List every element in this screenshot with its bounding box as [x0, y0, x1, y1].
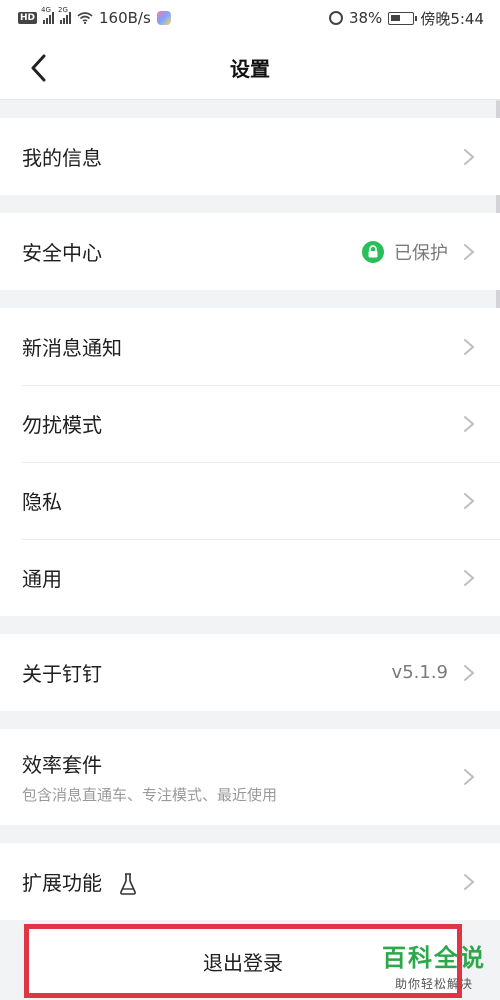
watermark-logo: 百科全说 助你轻松解决	[382, 938, 486, 992]
signal-icon: 4G	[41, 6, 55, 24]
chevron-right-icon	[464, 148, 475, 165]
chevron-right-icon	[464, 873, 475, 890]
security-status: 已保护	[362, 239, 448, 265]
row-my-info[interactable]: 我的信息	[0, 118, 500, 195]
battery-icon	[388, 11, 418, 25]
signal-icon-2: 2G	[58, 6, 72, 24]
flask-icon	[120, 873, 137, 896]
wifi-icon	[77, 12, 93, 24]
chevron-right-icon	[464, 338, 475, 355]
row-label: 新消息通知	[22, 336, 122, 360]
group-about: 关于钉钉 v5.1.9	[0, 634, 500, 711]
chevron-right-icon	[464, 664, 475, 681]
page-title: 设置	[230, 57, 270, 81]
chevron-right-icon	[464, 569, 475, 586]
network-speed: 160B/s	[99, 9, 151, 27]
group-general: 新消息通知 勿扰模式 隐私 通用	[0, 308, 500, 616]
row-label: 效率套件	[22, 753, 102, 777]
row-extensions[interactable]: 扩展功能	[0, 843, 500, 920]
chevron-right-icon	[464, 769, 475, 785]
group-profile: 我的信息	[0, 118, 500, 195]
chevron-right-icon	[464, 415, 475, 432]
group-efficiency: 效率套件 包含消息直通车、专注模式、最近使用	[0, 729, 500, 825]
row-label-wrap: 效率套件 包含消息直通车、专注模式、最近使用	[22, 749, 462, 805]
chevron-right-icon	[464, 492, 475, 509]
lock-icon	[362, 240, 384, 263]
battery-percent: 38%	[348, 9, 383, 27]
app-notification-icon	[156, 11, 171, 25]
settings-list: 我的信息 安全中心 已保护 新消息通知 勿扰模式 隐私 通用 关于钉钉 v5.1…	[0, 100, 500, 920]
row-label: 安全中心	[22, 241, 102, 265]
row-label: 关于钉钉	[22, 662, 102, 686]
network-type-2: 2G	[58, 6, 68, 14]
row-label: 隐私	[22, 490, 62, 514]
watermark-subtitle: 助你轻松解决	[394, 977, 473, 991]
chevron-right-icon	[464, 243, 475, 260]
status-bar: HD 4G 2G 160B/s 38% 傍晚5:44	[0, 0, 500, 36]
row-privacy[interactable]: 隐私	[0, 462, 500, 539]
row-general[interactable]: 通用	[0, 539, 500, 616]
nav-bar: 设置	[0, 36, 500, 100]
row-new-message-notification[interactable]: 新消息通知	[0, 308, 500, 385]
network-type-1: 4G	[41, 6, 51, 14]
row-label: 我的信息	[22, 146, 102, 170]
hd-badge: HD	[18, 12, 38, 24]
logout-label: 退出登录	[203, 950, 283, 975]
row-label: 通用	[22, 567, 62, 591]
row-do-not-disturb[interactable]: 勿扰模式	[0, 385, 500, 462]
version-value: v5.1.9	[391, 662, 448, 683]
security-status-text: 已保护	[394, 242, 448, 264]
watermark-title: 百科全说	[382, 944, 486, 972]
row-label-wrap: 扩展功能	[22, 867, 462, 897]
back-button[interactable]	[22, 52, 54, 84]
row-efficiency-suite[interactable]: 效率套件 包含消息直通车、专注模式、最近使用	[0, 729, 500, 825]
alarm-icon	[328, 11, 343, 25]
status-time: 傍晚5:44	[420, 9, 484, 28]
chevron-left-icon	[31, 54, 46, 82]
row-about-dingtalk[interactable]: 关于钉钉 v5.1.9	[0, 634, 500, 711]
group-security: 安全中心 已保护	[0, 213, 500, 290]
row-label: 扩展功能	[22, 870, 102, 895]
status-right: 38% 傍晚5:44	[328, 8, 484, 29]
row-subtitle: 包含消息直通车、专注模式、最近使用	[22, 786, 278, 804]
row-label: 勿扰模式	[22, 413, 102, 437]
row-security-center[interactable]: 安全中心 已保护	[0, 213, 500, 290]
group-extensions: 扩展功能	[0, 843, 500, 920]
status-left: HD 4G 2G 160B/s	[18, 6, 171, 27]
